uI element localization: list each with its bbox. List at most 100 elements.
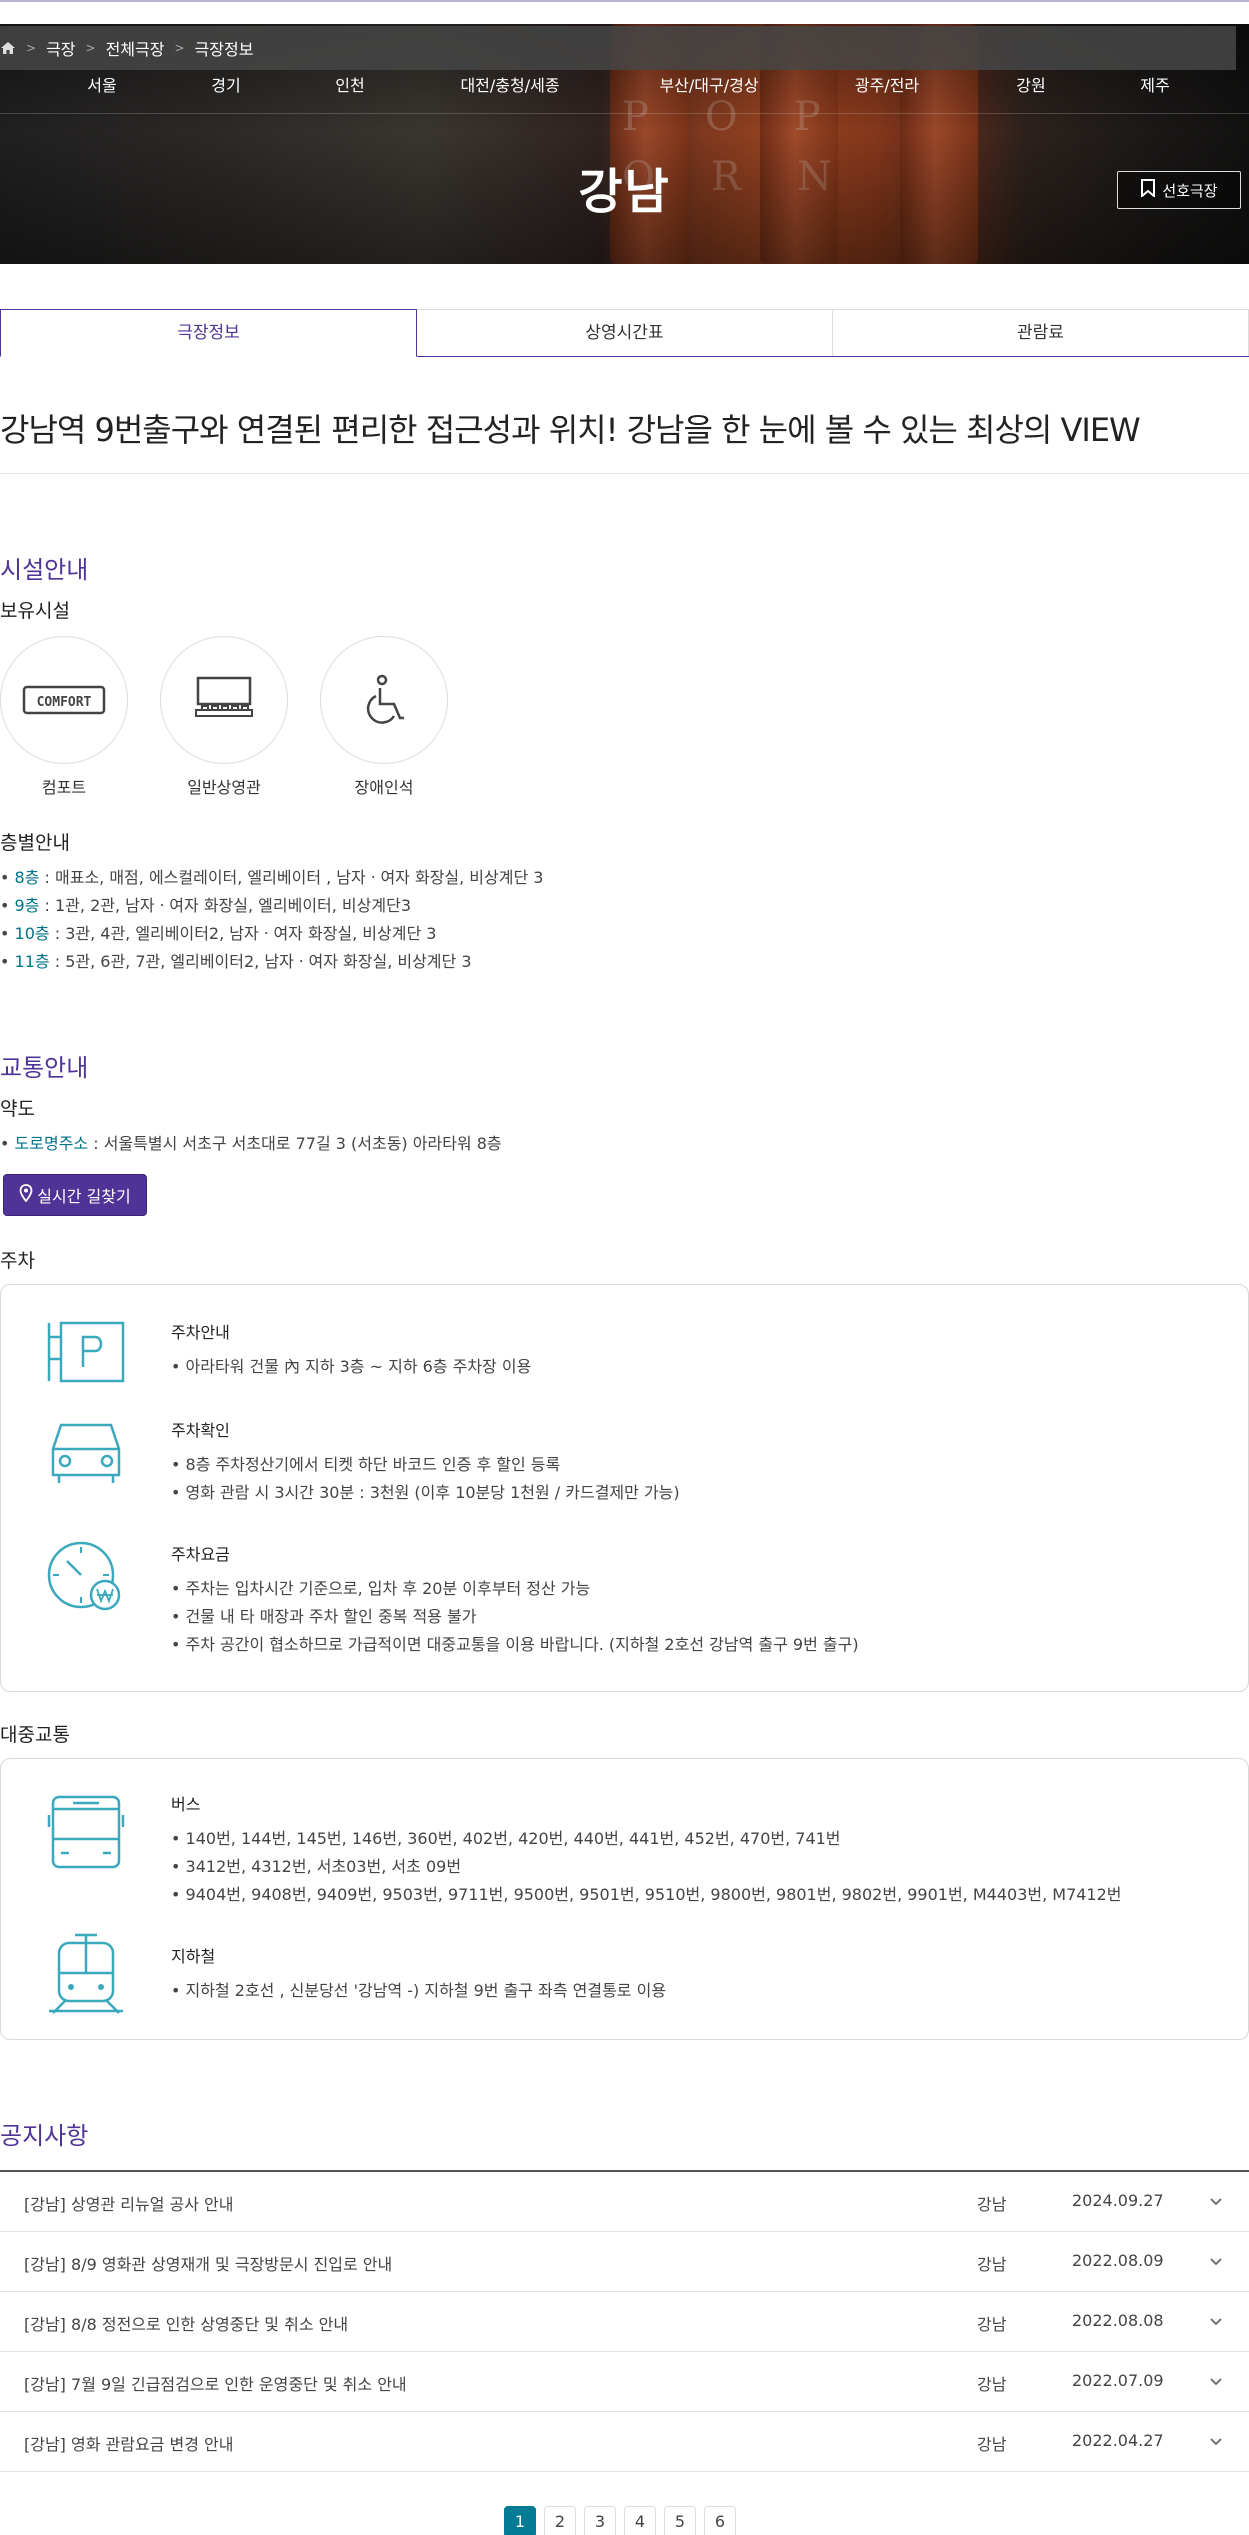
notice-title[interactable]: [강남] 8/8 정전으로 인한 상영중단 및 취소 안내: [24, 2311, 348, 2335]
notice-place: 강남: [977, 2195, 1007, 2214]
page-button[interactable]: 2: [544, 2506, 576, 2535]
notice-title[interactable]: [강남] 8/9 영화관 상영재개 및 극장방문시 진입로 안내: [24, 2251, 392, 2275]
favorite-label: 선호극장: [1162, 181, 1218, 200]
page-button[interactable]: 3: [584, 2506, 616, 2535]
screen-hall-icon: [160, 636, 288, 764]
parking-item-lines: • 8층 주차정산기에서 티켓 하단 바코드 인증 후 할인 등록 • 영화 관…: [171, 1455, 680, 1502]
notice-place: 강남: [977, 2255, 1007, 2274]
facility-label: 장애인석: [354, 778, 414, 797]
region-tab[interactable]: 강원: [1016, 72, 1045, 96]
transport-item-title: 지하철: [171, 1947, 216, 1966]
realtime-route-button[interactable]: 실시간 길찾기: [3, 1174, 147, 1216]
breadcrumb-item[interactable]: 극장: [46, 36, 75, 60]
notice-row[interactable]: [강남] 상영관 리뉴얼 공사 안내 강남 2024.09.27: [0, 2172, 1249, 2232]
public-transport-box: 버스 • 140번, 144번, 145번, 146번, 360번, 402번,…: [0, 1758, 1249, 2040]
tab-price[interactable]: 관람료: [833, 309, 1249, 356]
chevron-right-icon: >: [85, 41, 96, 55]
region-tab[interactable]: 제주: [1140, 72, 1169, 96]
chevron-down-icon[interactable]: [1208, 2254, 1224, 2270]
floor-label: 9층: [14, 896, 40, 915]
floor-desc: : 매표소, 매점, 에스컬레이터, 엘리베이터 , 남자ㆍ여자 화장실, 비상…: [39, 868, 544, 887]
chevron-down-icon[interactable]: [1208, 2314, 1224, 2330]
notice-row[interactable]: [강남] 영화 관람요금 변경 안내 강남 2022.04.27: [0, 2412, 1249, 2472]
theater-title: 강남: [578, 164, 671, 220]
page-button[interactable]: 5: [664, 2506, 696, 2535]
parking-fee-clock-icon: [45, 1537, 127, 1619]
comfort-badge-text: COMFORT: [37, 695, 92, 710]
transport-item-lines: • 지하철 2호선 , 신분당선 '강남역 -) 지하철 9번 출구 좌측 연결…: [171, 1981, 667, 2000]
parking-box: 주차안내 • 아라타워 건물 內 지하 3층 ~ 지하 6층 주차장 이용 주차…: [0, 1284, 1249, 1692]
floor-item: • 11층 : 5관, 6관, 7관, 엘리베이터2, 남자ㆍ여자 화장실, 비…: [0, 952, 472, 971]
region-tab[interactable]: 경기: [211, 72, 240, 96]
notice-place: 강남: [977, 2375, 1007, 2394]
facility-item: 일반상영관: [160, 636, 288, 798]
parking-sign-icon: [45, 1319, 127, 1401]
floor-label: 10층: [14, 924, 50, 943]
floor-item: • 9층 : 1관, 2관, 남자ㆍ여자 화장실, 엘리베이터, 비상계단3: [0, 896, 411, 915]
notice-date: 2024.09.27: [1072, 2191, 1164, 2210]
subway-icon: [45, 1931, 127, 2014]
notice-row[interactable]: [강남] 8/9 영화관 상영재개 및 극장방문시 진입로 안내 강남 2022…: [0, 2232, 1249, 2292]
notice-title[interactable]: [강남] 영화 관람요금 변경 안내: [24, 2431, 233, 2455]
notice-row[interactable]: [강남] 8/8 정전으로 인한 상영중단 및 취소 안내 강남 2022.08…: [0, 2292, 1249, 2352]
floor-label: 8층: [14, 868, 40, 887]
chevron-down-icon[interactable]: [1208, 2194, 1224, 2210]
page-button[interactable]: 4: [624, 2506, 656, 2535]
pagination: 1 2 3 4 5 6: [504, 2506, 736, 2535]
notice-title[interactable]: [강남] 상영관 리뉴얼 공사 안내: [24, 2191, 233, 2215]
notice-section-title: 공지사항: [0, 2122, 89, 2150]
page-button[interactable]: 6: [704, 2506, 736, 2535]
parking-item-lines: • 아라타워 건물 內 지하 3층 ~ 지하 6층 주차장 이용: [171, 1357, 532, 1376]
wheelchair-icon: [320, 636, 448, 764]
chevron-down-icon[interactable]: [1208, 2374, 1224, 2390]
floor-desc: : 3관, 4관, 엘리베이터2, 남자ㆍ여자 화장실, 비상계단 3: [49, 924, 437, 943]
facility-label: 일반상영관: [187, 778, 261, 797]
notice-list: [강남] 상영관 리뉴얼 공사 안내 강남 2024.09.27 [강남] 8/…: [0, 2170, 1249, 2472]
notice-row[interactable]: [강남] 7월 9일 긴급점검으로 인한 운영중단 및 취소 안내 강남 202…: [0, 2352, 1249, 2412]
bookmark-icon: [1140, 179, 1156, 201]
chevron-right-icon: >: [174, 41, 185, 55]
home-icon[interactable]: [0, 40, 16, 56]
region-tab[interactable]: 부산/대구/경상: [659, 72, 758, 96]
facility-item: 장애인석: [320, 636, 448, 798]
parking-item-title: 주차안내: [171, 1323, 230, 1342]
breadcrumb-item[interactable]: 극장정보: [195, 36, 254, 60]
notice-date: 2022.08.08: [1072, 2311, 1164, 2330]
notice-date: 2022.07.09: [1072, 2371, 1164, 2390]
floor-desc: : 5관, 6관, 7관, 엘리베이터2, 남자ㆍ여자 화장실, 비상계단 3: [49, 952, 472, 971]
address-key: 도로명주소: [14, 1134, 89, 1153]
region-tab[interactable]: 인천: [335, 72, 364, 96]
region-nav: 서울 경기 인천 대전/충청/세종 부산/대구/경상 광주/전라 강원 제주: [0, 70, 1249, 114]
notice-place: 강남: [977, 2435, 1007, 2454]
comfort-icon: COMFORT: [0, 636, 128, 764]
favorite-theater-button[interactable]: 선호극장: [1117, 171, 1241, 209]
parking-item-title: 주차확인: [171, 1421, 230, 1440]
tab-theater-info[interactable]: 극장정보: [0, 309, 417, 357]
parking-item-lines: • 주차는 입차시간 기준으로, 입차 후 20분 이후부터 정산 가능 • 건…: [171, 1579, 859, 1654]
theater-headline: 강남역 9번출구와 연결된 편리한 접근성과 위치! 강남을 한 눈에 볼 수 …: [0, 411, 1141, 449]
route-button-label: 실시간 길찾기: [37, 1187, 131, 1206]
theater-tabs: 극장정보 상영시간표 관람료: [0, 309, 1249, 357]
top-line: [0, 0, 1249, 2]
region-tab[interactable]: 서울: [87, 72, 116, 96]
notice-date: 2022.08.09: [1072, 2251, 1164, 2270]
floor-label: 11층: [14, 952, 50, 971]
traffic-section-title: 교통안내: [0, 1054, 89, 1082]
chevron-down-icon[interactable]: [1208, 2434, 1224, 2450]
floor-desc: : 1관, 2관, 남자ㆍ여자 화장실, 엘리베이터, 비상계단3: [39, 896, 411, 915]
road-address: • 도로명주소 : 서울특별시 서초구 서초대로 77길 3 (서초동) 아라타…: [0, 1134, 502, 1153]
facility-section-title: 시설안내: [0, 556, 89, 584]
bus-icon: [45, 1791, 127, 1873]
region-tab[interactable]: 광주/전라: [855, 72, 919, 96]
tab-schedule[interactable]: 상영시간표: [417, 309, 833, 356]
region-tab[interactable]: 대전/충청/세종: [460, 72, 559, 96]
owned-facility-title: 보유시설: [0, 600, 70, 622]
chevron-right-icon: >: [26, 41, 37, 55]
map-pin-icon: [19, 1184, 33, 1206]
transport-item-lines: • 140번, 144번, 145번, 146번, 360번, 402번, 42…: [171, 1829, 1122, 1904]
page-button[interactable]: 1: [504, 2506, 536, 2535]
notice-title[interactable]: [강남] 7월 9일 긴급점검으로 인한 운영중단 및 취소 안내: [24, 2371, 407, 2395]
floor-item: • 8층 : 매표소, 매점, 에스컬레이터, 엘리베이터 , 남자ㆍ여자 화장…: [0, 868, 544, 887]
facility-item: COMFORT 컴포트: [0, 636, 128, 798]
breadcrumb-item[interactable]: 전체극장: [106, 36, 165, 60]
